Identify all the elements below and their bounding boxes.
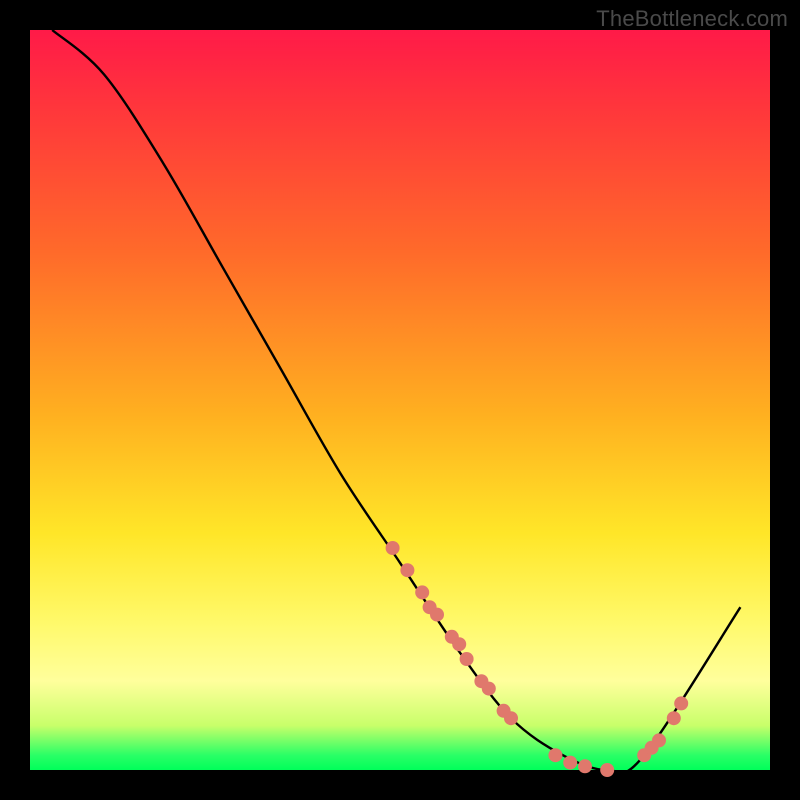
chart-stage: TheBottleneck.com bbox=[0, 0, 800, 800]
data-point bbox=[578, 759, 592, 773]
data-point bbox=[667, 711, 681, 725]
data-point bbox=[548, 748, 562, 762]
marker-group bbox=[386, 541, 689, 777]
attribution-label: TheBottleneck.com bbox=[596, 6, 788, 32]
data-point bbox=[430, 608, 444, 622]
data-point bbox=[452, 637, 466, 651]
data-point bbox=[415, 585, 429, 599]
data-point bbox=[563, 756, 577, 770]
bottleneck-curve-path bbox=[52, 30, 740, 773]
data-point bbox=[504, 711, 518, 725]
data-point bbox=[386, 541, 400, 555]
curve-layer bbox=[30, 30, 770, 770]
plot-area bbox=[30, 30, 770, 770]
data-point bbox=[674, 696, 688, 710]
data-point bbox=[482, 682, 496, 696]
data-point bbox=[600, 763, 614, 777]
data-point bbox=[460, 652, 474, 666]
data-point bbox=[400, 563, 414, 577]
data-point bbox=[652, 733, 666, 747]
